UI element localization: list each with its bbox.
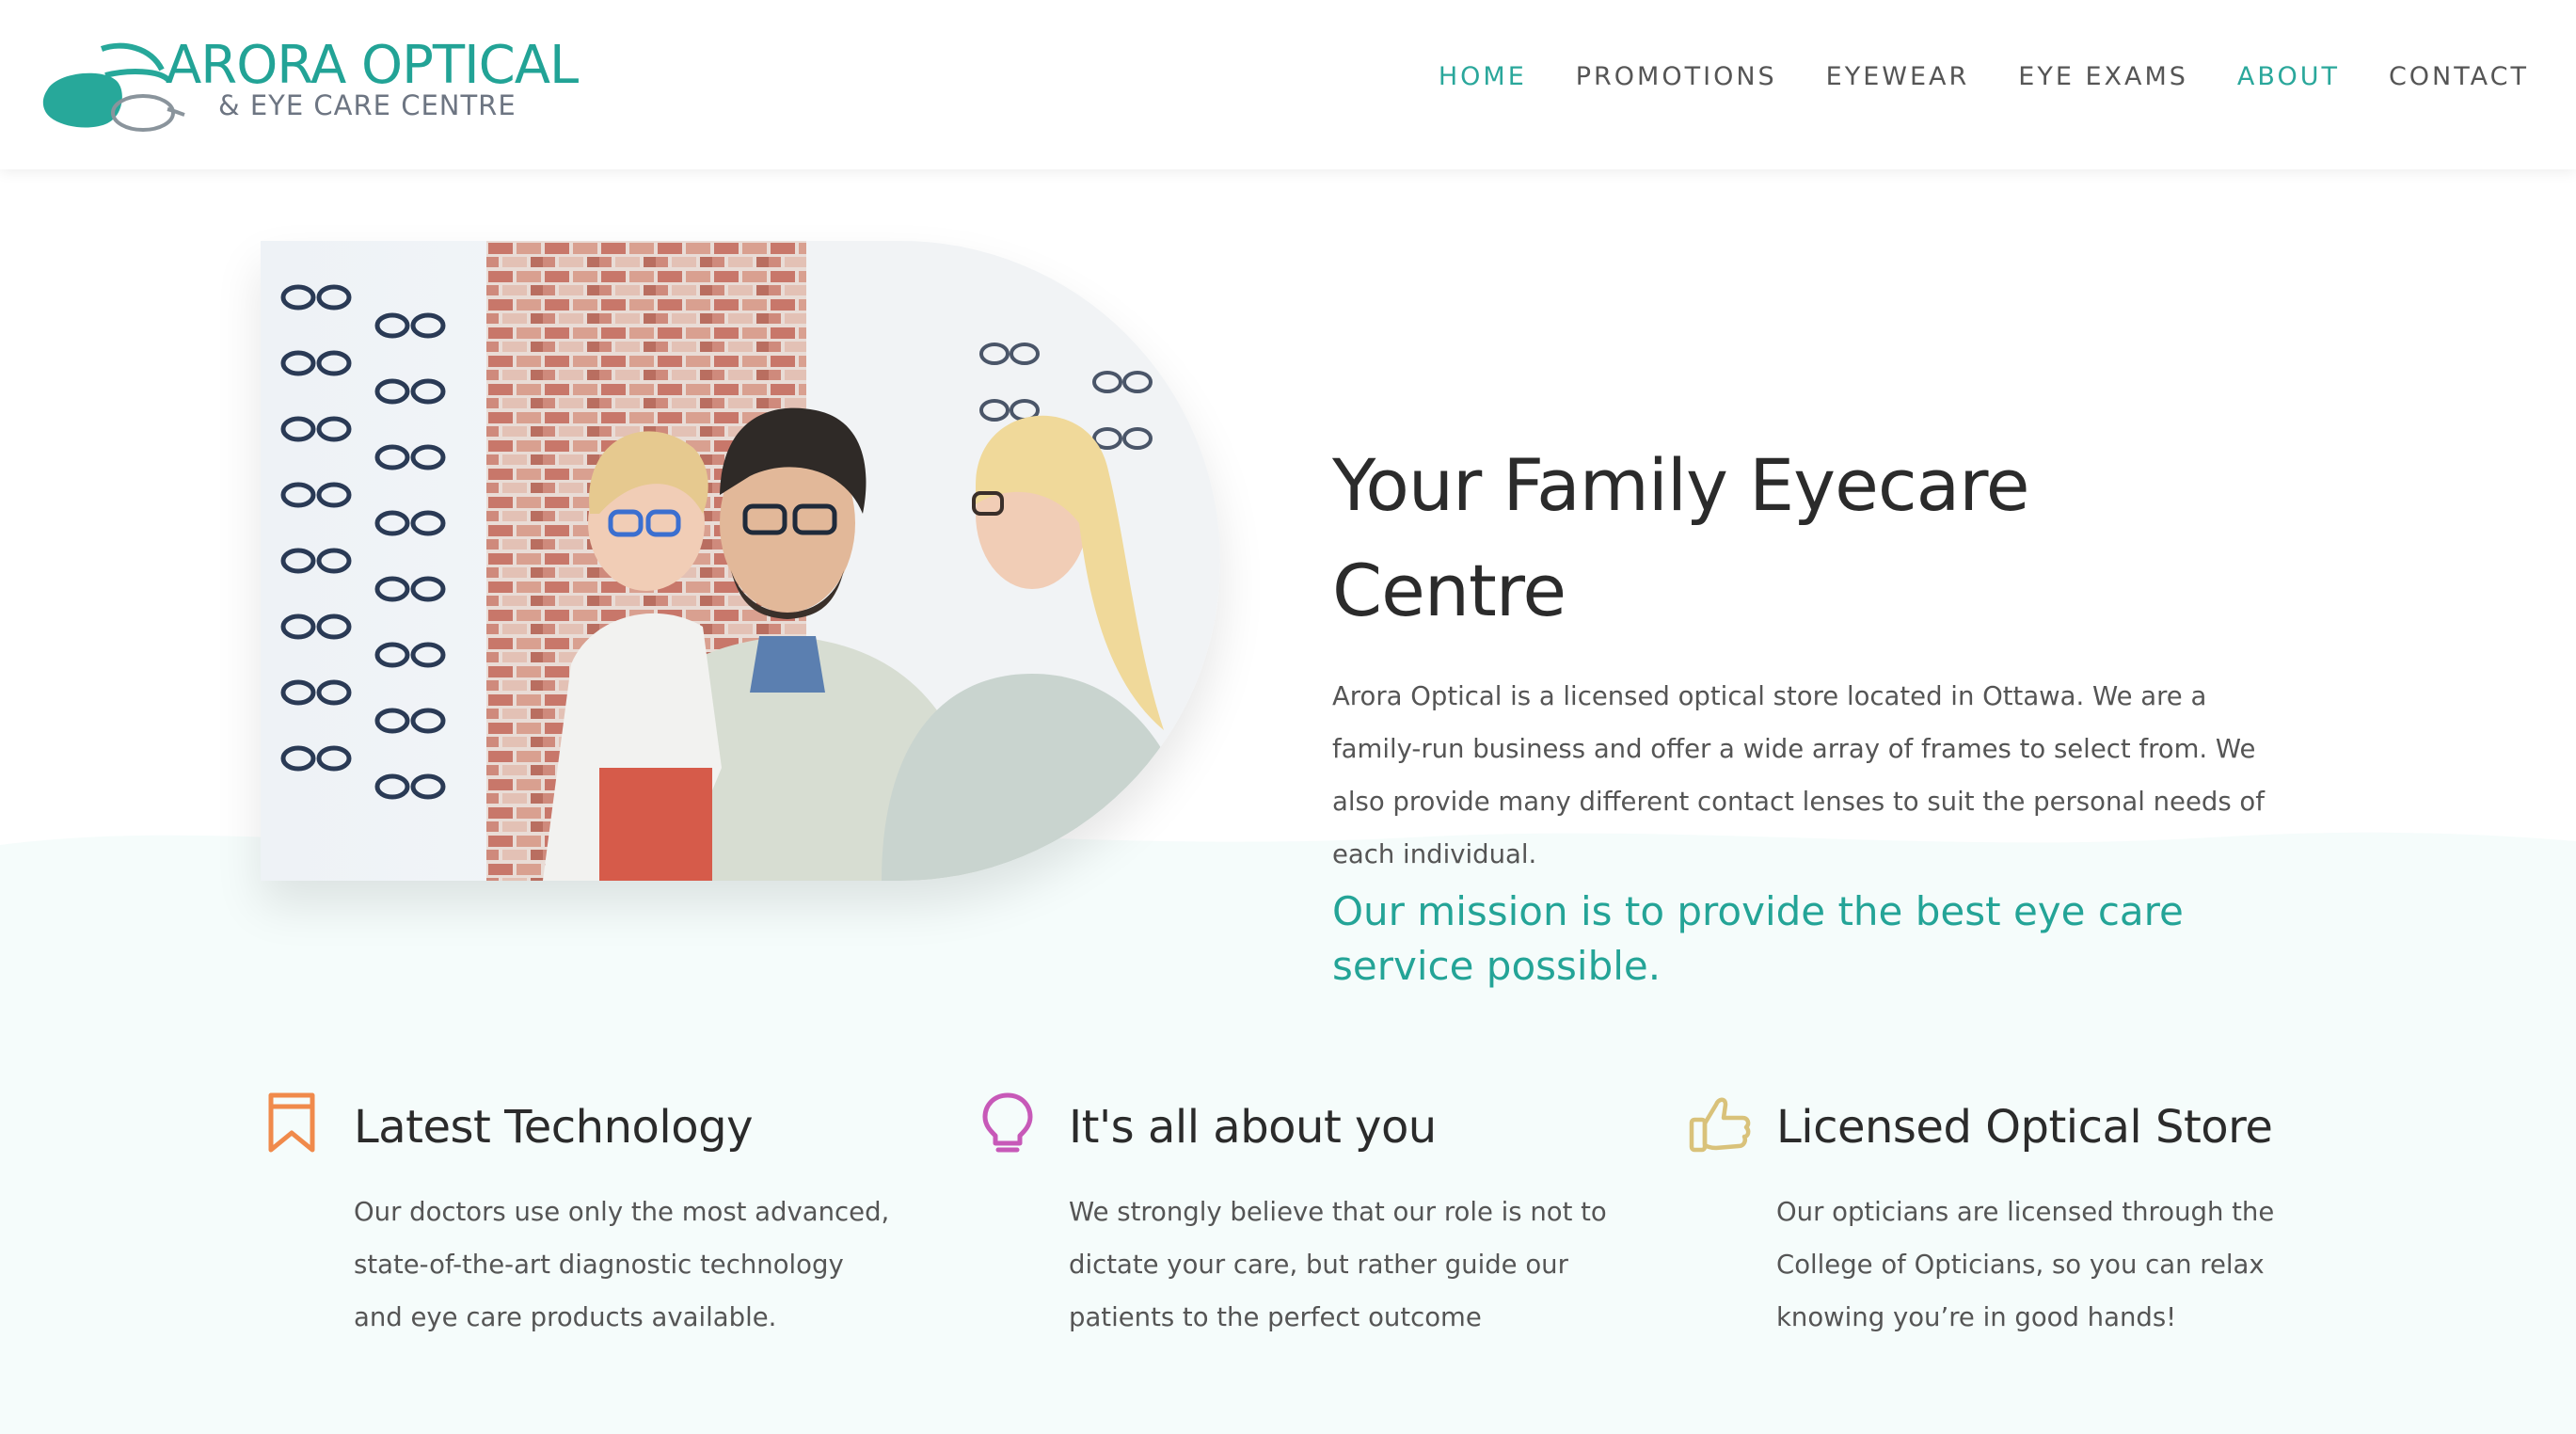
lightbulb-icon [982, 1092, 1033, 1153]
hero-description: Arora Optical is a licensed optical stor… [1332, 681, 2265, 869]
hero-title-line1: Your Family Eyecare [1332, 443, 2030, 527]
nav-eyewear[interactable]: EYEWEAR [1826, 62, 1970, 91]
hero-title-line2: Centre [1332, 549, 1566, 632]
thumbs-up-icon [1689, 1097, 1751, 1153]
feature-description: We strongly believe that our role is not… [1069, 1197, 1607, 1332]
main-nav: HOME PROMOTIONS EYEWEAR EYE EXAMS ABOUT … [1439, 62, 2529, 91]
logo-title: ARORA OPTICAL [166, 35, 579, 96]
nav-home[interactable]: HOME [1439, 62, 1527, 91]
site-header: ARORA OPTICAL & EYE CARE CENTRE HOME PRO… [0, 0, 2576, 169]
hero-photo [261, 241, 1220, 881]
feature-description: Our opticians are licensed through the C… [1776, 1197, 2275, 1332]
bookmark-icon [268, 1092, 315, 1153]
feature-title: Latest Technology [354, 1101, 753, 1154]
family-trying-eyeglasses-photo [261, 241, 1220, 881]
feature-description: Our doctors use only the most advanced, … [354, 1197, 890, 1332]
nav-eye-exams[interactable]: EYE EXAMS [2018, 62, 2188, 91]
nav-promotions[interactable]: PROMOTIONS [1576, 62, 1777, 91]
feature-title: Licensed Optical Store [1776, 1101, 2273, 1154]
logo-subtitle: & EYE CARE CENTRE [218, 89, 517, 121]
nav-about[interactable]: ABOUT [2237, 62, 2340, 91]
site-logo[interactable]: ARORA OPTICAL & EYE CARE CENTRE [38, 32, 583, 135]
nav-contact[interactable]: CONTACT [2389, 62, 2529, 91]
hero-mission-statement: Our mission is to provide the best eye c… [1332, 888, 2184, 989]
hero-title: Your Family Eyecare Centre [1332, 433, 2301, 644]
feature-title: It's all about you [1069, 1101, 1437, 1154]
hero-content: Your Family Eyecare Centre Arora Optical… [1332, 433, 2301, 994]
